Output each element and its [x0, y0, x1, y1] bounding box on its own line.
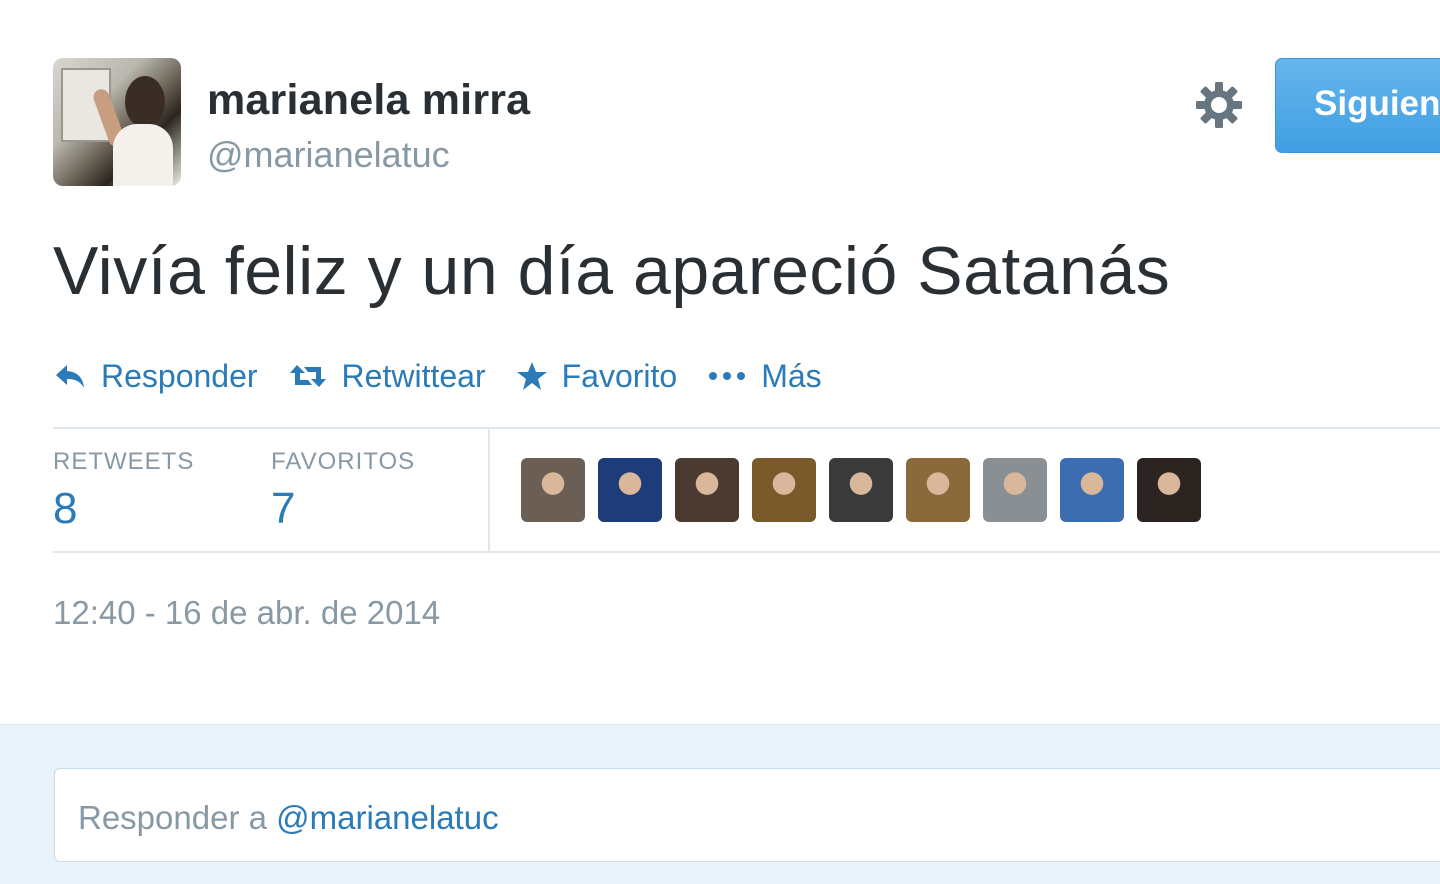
- tweet-timestamp[interactable]: 12:40 - 16 de abr. de 2014: [53, 594, 440, 632]
- reply-label: Responder: [101, 357, 258, 394]
- avatar[interactable]: [53, 58, 181, 186]
- retweet-button[interactable]: Retwittear: [288, 358, 486, 395]
- favorite-button[interactable]: Favorito: [516, 357, 678, 395]
- divider: [53, 551, 1440, 553]
- reply-prefix: Responder a: [78, 799, 277, 836]
- reply-icon: [56, 365, 84, 388]
- stats-divider: [488, 428, 490, 552]
- favoriters-list: [521, 458, 1214, 522]
- retweets-count[interactable]: 8: [53, 484, 77, 534]
- gear-icon[interactable]: [1194, 80, 1244, 130]
- tweet-text: Vivía feliz y un día apareció Satanás: [53, 233, 1171, 309]
- favoriter-avatar[interactable]: [521, 458, 585, 522]
- favoriter-avatar[interactable]: [675, 458, 739, 522]
- more-label: Más: [761, 357, 822, 394]
- divider: [53, 427, 1440, 429]
- reply-button[interactable]: Responder: [53, 358, 258, 395]
- reply-input[interactable]: Responder a @marianelatuc: [54, 768, 1440, 862]
- favorite-label: Favorito: [561, 357, 678, 394]
- favorites-label[interactable]: FAVORITOS: [271, 448, 415, 476]
- more-button[interactable]: Más: [707, 357, 822, 395]
- favoriter-avatar[interactable]: [752, 458, 816, 522]
- user-handle[interactable]: @marianelatuc: [207, 134, 450, 176]
- tweet-actions: Responder Retwittear Favorito Más: [53, 356, 852, 396]
- favoriter-avatar[interactable]: [1137, 458, 1201, 522]
- retweets-label[interactable]: RETWEETS: [53, 448, 194, 476]
- favoriter-avatar[interactable]: [598, 458, 662, 522]
- follow-button[interactable]: Siguien: [1275, 58, 1440, 153]
- star-icon: [516, 362, 547, 390]
- reply-mention: @marianelatuc: [276, 799, 499, 836]
- retweet-icon: [289, 365, 326, 387]
- favoriter-avatar[interactable]: [983, 458, 1047, 522]
- favoriter-avatar[interactable]: [829, 458, 893, 522]
- favorites-count[interactable]: 7: [271, 484, 295, 534]
- favoriter-avatar[interactable]: [1060, 458, 1124, 522]
- user-name[interactable]: marianela mirra: [207, 76, 530, 125]
- more-icon: [709, 372, 746, 380]
- retweet-label: Retwittear: [341, 357, 486, 394]
- favoriter-avatar[interactable]: [906, 458, 970, 522]
